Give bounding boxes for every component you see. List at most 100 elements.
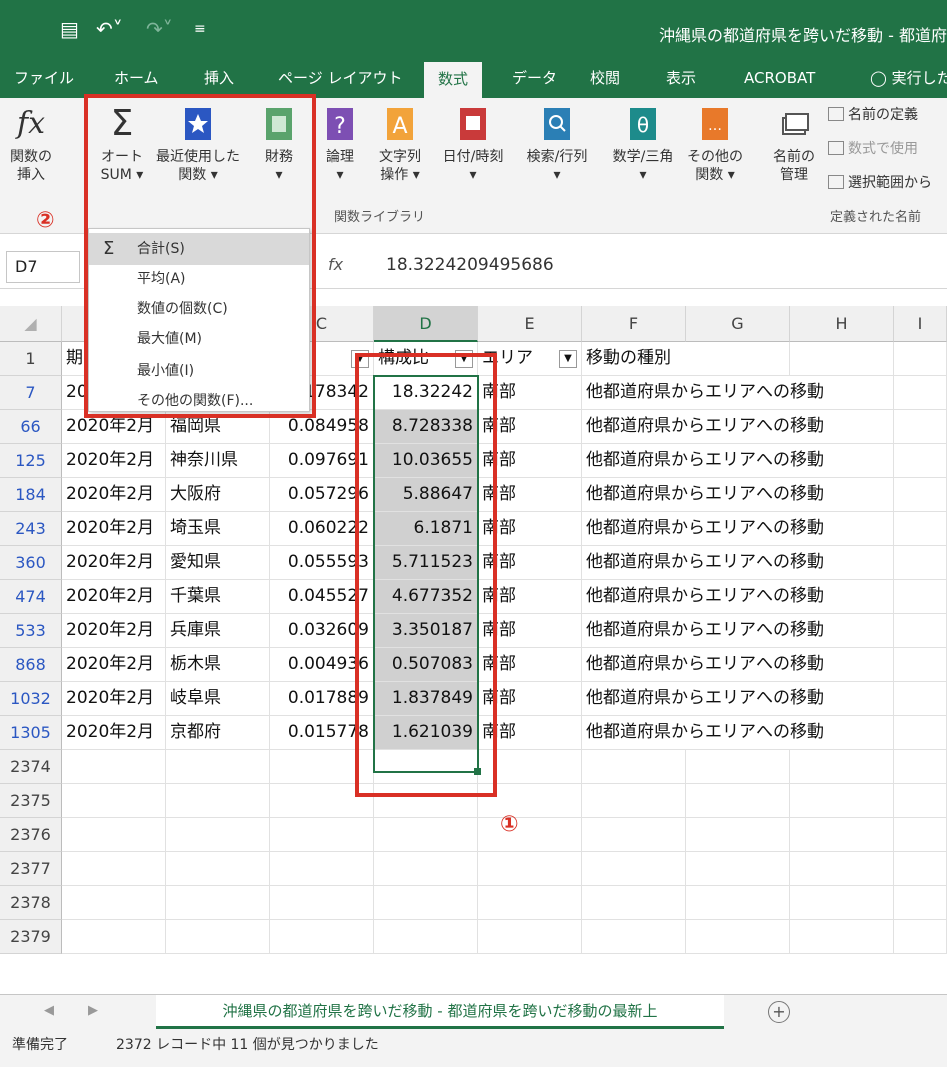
table-cell[interactable] [790, 784, 894, 818]
table-cell[interactable] [894, 648, 947, 682]
table-cell[interactable]: 愛知県 [166, 546, 270, 580]
row-header[interactable]: 868 [0, 648, 62, 682]
table-cell[interactable]: 2020年2月 [62, 478, 166, 512]
table-cell[interactable] [478, 852, 582, 886]
tab-review[interactable]: 校閲 [590, 58, 620, 98]
math-trig-button[interactable]: θ 数学/三角 ▾ [602, 106, 684, 184]
table-cell[interactable]: 0.017889 [270, 682, 374, 716]
table-cell[interactable] [790, 818, 894, 852]
column-header-i[interactable]: I [894, 306, 947, 342]
table-cell[interactable] [894, 376, 947, 410]
table-cell[interactable] [582, 852, 686, 886]
define-name-button[interactable]: 名前の定義 [828, 104, 918, 124]
table-cell[interactable] [62, 852, 166, 886]
name-box[interactable]: D7 [6, 251, 80, 283]
row-header[interactable]: 2377 [0, 852, 62, 886]
table-cell[interactable] [894, 410, 947, 444]
table-cell[interactable]: 南部 [478, 444, 582, 478]
table-cell[interactable]: 0.055593 [270, 546, 374, 580]
column-header-h[interactable]: H [790, 306, 894, 342]
table-cell[interactable]: 他都道府県からエリアへの移動 [582, 376, 894, 410]
table-cell[interactable] [790, 750, 894, 784]
column-header-e[interactable]: E [478, 306, 582, 342]
row-header[interactable]: 2374 [0, 750, 62, 784]
filter-active-icon[interactable]: ▼ [455, 350, 473, 368]
row-header[interactable]: 533 [0, 614, 62, 648]
menu-item-min[interactable]: 最小値(I) [89, 355, 309, 387]
table-cell[interactable] [894, 886, 947, 920]
column-header-g[interactable]: G [686, 306, 790, 342]
table-cell[interactable]: 2020年2月 [62, 648, 166, 682]
customize-qat-icon[interactable]: ≡ [194, 18, 206, 40]
table-cell[interactable] [790, 920, 894, 954]
table-cell[interactable]: 2020年2月 [62, 512, 166, 546]
table-cell[interactable] [62, 750, 166, 784]
row-header[interactable]: 2376 [0, 818, 62, 852]
table-cell[interactable] [686, 920, 790, 954]
table-cell[interactable] [894, 512, 947, 546]
table-cell[interactable]: 他都道府県からエリアへの移動 [582, 546, 894, 580]
table-cell[interactable]: 2020年2月 [62, 682, 166, 716]
table-cell[interactable]: 2020年2月 [62, 580, 166, 614]
table-cell[interactable]: 南部 [478, 682, 582, 716]
table-cell[interactable] [686, 784, 790, 818]
table-cell[interactable]: 0.004936 [270, 648, 374, 682]
redo-icon[interactable]: ↷˅ [146, 18, 173, 40]
table-cell[interactable] [894, 614, 947, 648]
table-cell[interactable] [166, 920, 270, 954]
table-cell[interactable] [374, 818, 478, 852]
tell-me-search[interactable]: ◯ 実行した [870, 58, 947, 98]
text-button[interactable]: A 文字列 操作 ▾ [372, 106, 428, 184]
logical-button[interactable]: ? 論理 ▾ [318, 106, 362, 184]
sheet-prev-icon[interactable]: ◀ [44, 1003, 54, 1018]
table-cell[interactable]: 神奈川県 [166, 444, 270, 478]
row-header[interactable]: 125 [0, 444, 62, 478]
table-cell[interactable]: 南部 [478, 716, 582, 750]
insert-function-button[interactable]: fx 関数の 挿入 [6, 106, 56, 184]
table-cell[interactable]: 2020年2月 [62, 614, 166, 648]
table-cell[interactable]: 南部 [478, 648, 582, 682]
header-cell-area[interactable]: エリア ▼ [478, 342, 582, 376]
row-header[interactable]: 2379 [0, 920, 62, 954]
table-cell[interactable]: 南部 [478, 580, 582, 614]
table-cell[interactable]: 他都道府県からエリアへの移動 [582, 580, 894, 614]
table-cell[interactable]: 他都道府県からエリアへの移動 [582, 648, 894, 682]
create-from-selection-button[interactable]: 選択範囲から [828, 172, 932, 192]
table-cell[interactable]: 0.057296 [270, 478, 374, 512]
table-cell[interactable] [478, 920, 582, 954]
table-cell[interactable]: 0.045527 [270, 580, 374, 614]
formula-input[interactable]: 18.3224209495686 [386, 255, 554, 275]
table-cell[interactable] [374, 886, 478, 920]
autosum-button[interactable]: Σ オート SUM ▾ [94, 106, 150, 184]
row-header[interactable]: 184 [0, 478, 62, 512]
use-in-formula-button[interactable]: 数式で使用 [828, 138, 918, 158]
add-sheet-icon[interactable]: + [768, 1001, 790, 1023]
tab-home[interactable]: ホーム [114, 58, 159, 98]
menu-item-more-functions[interactable]: その他の関数(F)... [89, 385, 309, 417]
menu-item-sum[interactable]: Σ 合計(S) [89, 233, 309, 265]
row-header[interactable]: 1305 [0, 716, 62, 750]
row-header[interactable]: 360 [0, 546, 62, 580]
row-header[interactable]: 243 [0, 512, 62, 546]
menu-item-count[interactable]: 数値の個数(C) [89, 293, 309, 325]
header-cell-movement-type[interactable]: 移動の種別 [582, 342, 790, 376]
table-cell[interactable]: 兵庫県 [166, 614, 270, 648]
table-cell[interactable] [62, 920, 166, 954]
table-cell[interactable]: 2020年2月 [62, 444, 166, 478]
table-cell[interactable]: 栃木県 [166, 648, 270, 682]
tab-formulas[interactable]: 数式 [424, 62, 483, 98]
table-cell[interactable]: 他都道府県からエリアへの移動 [582, 410, 894, 444]
filter-dropdown-icon[interactable]: ▼ [559, 350, 577, 368]
table-cell[interactable] [166, 886, 270, 920]
save-icon[interactable]: ▤ [60, 18, 79, 40]
tab-file[interactable]: ファイル [14, 58, 74, 98]
table-cell[interactable] [790, 886, 894, 920]
filter-dropdown-icon[interactable]: ▼ [351, 350, 369, 368]
tab-view[interactable]: 表示 [666, 58, 696, 98]
table-cell[interactable]: 他都道府県からエリアへの移動 [582, 444, 894, 478]
row-header[interactable]: 66 [0, 410, 62, 444]
table-cell[interactable]: 0.015778 [270, 716, 374, 750]
table-cell[interactable]: 大阪府 [166, 478, 270, 512]
table-cell[interactable] [894, 546, 947, 580]
table-cell[interactable]: 南部 [478, 478, 582, 512]
